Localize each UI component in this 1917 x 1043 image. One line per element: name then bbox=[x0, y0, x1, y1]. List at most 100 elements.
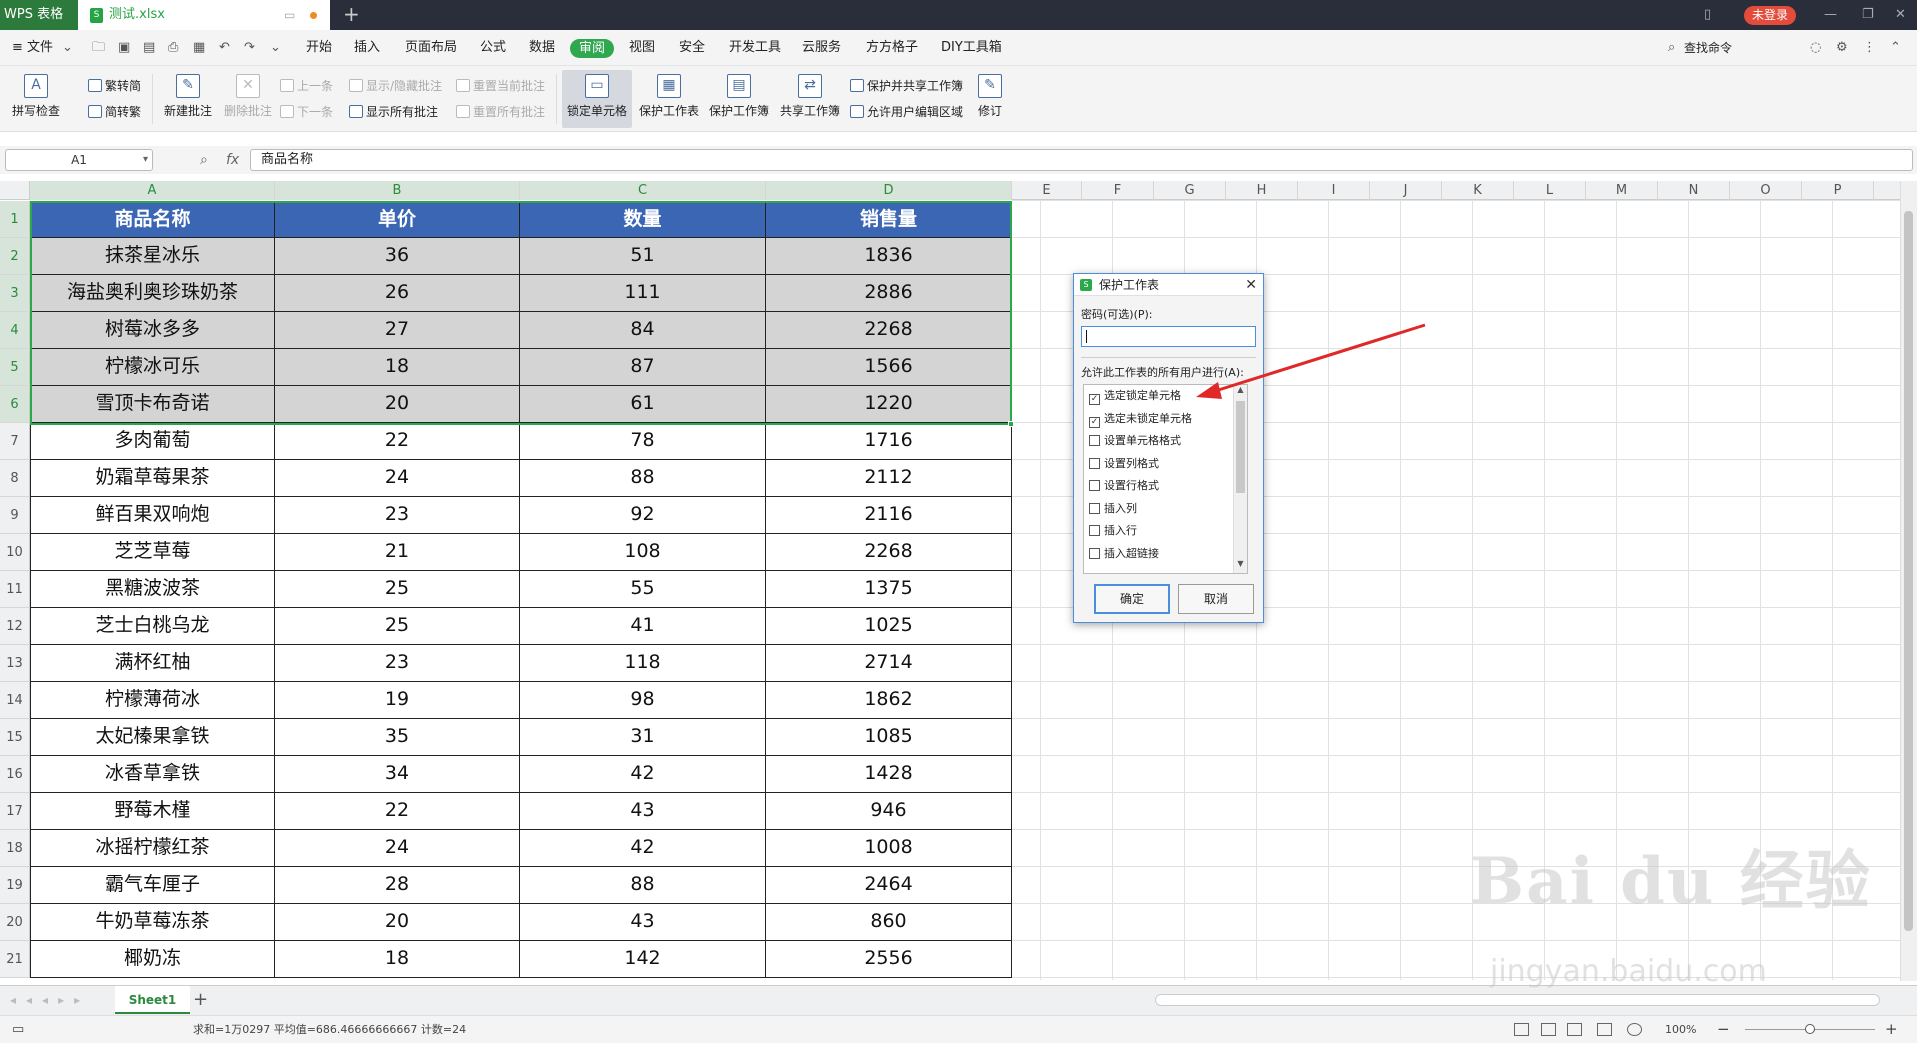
menu-item-diy[interactable]: DIY工具箱 bbox=[941, 30, 1002, 66]
table-cell[interactable]: 2886 bbox=[766, 275, 1012, 312]
table-cell[interactable]: 860 bbox=[766, 904, 1012, 941]
vertical-scroll-thumb[interactable] bbox=[1904, 211, 1913, 931]
delete-comment-button[interactable]: ✕ 删除批注 bbox=[220, 66, 276, 119]
permissions-list[interactable]: ▲ ▼ ✓ 选定锁定单元格 ✓ 选定未锁定单元格 设置单元格格式 设置列格式 设置行格式 插入… bbox=[1083, 384, 1248, 574]
table-cell[interactable]: 抹茶星冰乐 bbox=[30, 238, 275, 275]
unchecked-checkbox-icon[interactable] bbox=[1089, 480, 1100, 491]
table-cell[interactable]: 1566 bbox=[766, 349, 1012, 386]
table-cell[interactable]: 1716 bbox=[766, 423, 1012, 460]
new-comment-button[interactable]: ✎ 新建批注 bbox=[160, 66, 216, 119]
permissions-scrollbar[interactable]: ▲ ▼ bbox=[1233, 385, 1247, 573]
row-header[interactable]: 18 bbox=[0, 830, 30, 867]
row-header[interactable]: 10 bbox=[0, 534, 30, 571]
column-header[interactable]: M bbox=[1586, 181, 1658, 200]
table-cell[interactable]: 2268 bbox=[766, 312, 1012, 349]
column-header[interactable]: J bbox=[1370, 181, 1442, 200]
table-cell[interactable]: 87 bbox=[520, 349, 766, 386]
menu-item-developer[interactable]: 开发工具 bbox=[729, 30, 781, 66]
fx-icon[interactable]: fx bbox=[226, 146, 239, 174]
menu-item-ffgz[interactable]: 方方格子 bbox=[866, 30, 918, 66]
table-cell[interactable]: 88 bbox=[520, 867, 766, 904]
checked-checkbox-icon[interactable]: ✓ bbox=[1089, 394, 1100, 405]
table-cell[interactable]: 25 bbox=[275, 571, 520, 608]
scroll-up-icon[interactable]: ▲ bbox=[1234, 385, 1247, 394]
table-cell[interactable]: 84 bbox=[520, 312, 766, 349]
table-cell[interactable]: 2714 bbox=[766, 645, 1012, 682]
lock-cell-button[interactable]: ▭ 锁定单元格 bbox=[562, 70, 632, 128]
table-cell[interactable]: 奶霜草莓果茶 bbox=[30, 460, 275, 497]
permission-option[interactable]: 插入行 bbox=[1089, 520, 1137, 542]
table-cell[interactable]: 42 bbox=[520, 756, 766, 793]
table-cell[interactable]: 20 bbox=[275, 386, 520, 423]
row-header[interactable]: 4 bbox=[0, 312, 30, 349]
simp-to-trad-button[interactable]: 简转繁 bbox=[88, 102, 141, 122]
row-header[interactable]: 5 bbox=[0, 349, 30, 386]
show-all-comments-button[interactable]: 显示所有批注 bbox=[349, 102, 438, 122]
window-layout-icon[interactable]: ▯ bbox=[1704, 0, 1711, 30]
scroll-down-icon[interactable]: ▼ bbox=[1234, 559, 1247, 568]
menu-item-insert[interactable]: 插入 bbox=[354, 30, 380, 66]
table-cell[interactable]: 黑糖波波茶 bbox=[30, 571, 275, 608]
unchecked-checkbox-icon[interactable] bbox=[1089, 457, 1100, 469]
table-cell[interactable]: 946 bbox=[766, 793, 1012, 830]
column-header[interactable]: P bbox=[1802, 181, 1874, 200]
table-cell[interactable]: 野莓木槿 bbox=[30, 793, 275, 830]
table-cell[interactable]: 111 bbox=[520, 275, 766, 312]
sheet-tab[interactable]: Sheet1 bbox=[115, 986, 190, 1014]
table-cell[interactable]: 1836 bbox=[766, 238, 1012, 275]
page-break-view-icon[interactable] bbox=[1567, 1023, 1582, 1036]
table-cell[interactable]: 18 bbox=[275, 941, 520, 978]
column-header[interactable]: A bbox=[30, 181, 275, 200]
table-cell[interactable]: 1085 bbox=[766, 719, 1012, 756]
table-cell[interactable]: 柠檬薄荷冰 bbox=[30, 682, 275, 719]
column-header[interactable]: C bbox=[520, 181, 766, 200]
column-header[interactable]: F bbox=[1082, 181, 1154, 200]
row-header[interactable]: 7 bbox=[0, 423, 30, 460]
table-cell[interactable]: 1428 bbox=[766, 756, 1012, 793]
print-preview-icon[interactable]: ▦ bbox=[193, 30, 205, 66]
table-cell[interactable]: 51 bbox=[520, 238, 766, 275]
monitor-icon[interactable]: ▭ bbox=[284, 0, 300, 30]
table-cell[interactable]: 98 bbox=[520, 682, 766, 719]
protect-sheet-button[interactable]: ▦ 保护工作表 bbox=[636, 66, 702, 119]
toggle-comment-button[interactable]: 显示/隐藏批注 bbox=[349, 76, 442, 96]
row-header[interactable]: 17 bbox=[0, 793, 30, 830]
row-header[interactable]: 19 bbox=[0, 867, 30, 904]
row-header[interactable]: 12 bbox=[0, 608, 30, 645]
gear-icon[interactable]: ⚙ bbox=[1836, 30, 1848, 66]
menu-item-security[interactable]: 安全 bbox=[679, 30, 705, 66]
row-header[interactable]: 13 bbox=[0, 645, 30, 682]
menu-item-start[interactable]: 开始 bbox=[306, 30, 332, 66]
column-header[interactable]: D bbox=[766, 181, 1012, 200]
table-cell[interactable]: 108 bbox=[520, 534, 766, 571]
table-cell[interactable]: 海盐奥利奥珍珠奶茶 bbox=[30, 275, 275, 312]
next-comment-button[interactable]: 下一条 bbox=[280, 102, 333, 122]
table-cell[interactable]: 34 bbox=[275, 756, 520, 793]
table-cell[interactable]: 61 bbox=[520, 386, 766, 423]
table-cell[interactable]: 多肉葡萄 bbox=[30, 423, 275, 460]
permission-option[interactable]: 设置列格式 bbox=[1089, 453, 1159, 475]
reading-mode-icon[interactable] bbox=[1597, 1023, 1612, 1036]
column-header[interactable]: K bbox=[1442, 181, 1514, 200]
permission-option[interactable]: ✓ 选定未锁定单元格 bbox=[1089, 408, 1192, 430]
table-cell[interactable]: 1008 bbox=[766, 830, 1012, 867]
revise-button[interactable]: ✎ 修订 bbox=[972, 66, 1008, 119]
table-cell[interactable]: 椰奶冻 bbox=[30, 941, 275, 978]
table-cell[interactable]: 118 bbox=[520, 645, 766, 682]
column-header[interactable]: N bbox=[1658, 181, 1730, 200]
close-window-icon[interactable]: ✕ bbox=[1895, 0, 1906, 30]
dialog-title-bar[interactable]: S 保护工作表 ✕ bbox=[1074, 274, 1263, 296]
menu-item-cloud[interactable]: 云服务 bbox=[802, 30, 841, 66]
column-header[interactable]: O bbox=[1730, 181, 1802, 200]
table-cell[interactable]: 2112 bbox=[766, 460, 1012, 497]
add-sheet-button[interactable]: + bbox=[193, 986, 208, 1014]
zoom-formula-icon[interactable]: ⌕ bbox=[200, 146, 208, 174]
table-cell[interactable]: 88 bbox=[520, 460, 766, 497]
search-command-button[interactable]: 查找命令 bbox=[1684, 30, 1732, 66]
table-cell[interactable]: 24 bbox=[275, 460, 520, 497]
chat-icon[interactable]: ◌ bbox=[1810, 30, 1821, 66]
row-header[interactable]: 11 bbox=[0, 571, 30, 608]
table-cell[interactable]: 霸气车厘子 bbox=[30, 867, 275, 904]
table-cell[interactable]: 28 bbox=[275, 867, 520, 904]
export-pdf-icon[interactable]: ▤ bbox=[143, 30, 155, 66]
